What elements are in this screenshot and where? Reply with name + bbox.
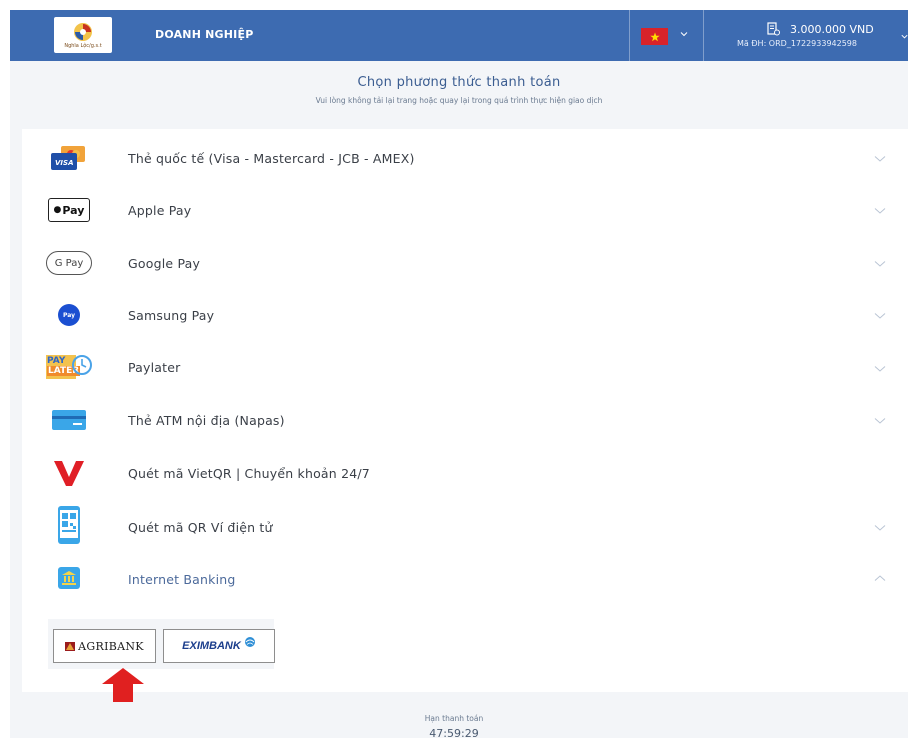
- chevron-down-icon[interactable]: [874, 312, 886, 320]
- samsung-pay-icon: Pay: [46, 297, 92, 333]
- page-subtitle: Vui lòng không tải lại trang hoặc quay l…: [315, 96, 603, 105]
- vietnam-flag-icon[interactable]: [641, 28, 668, 45]
- merchant-name: DOANH NGHIỆP: [155, 28, 254, 41]
- order-details-chevron-down-icon[interactable]: [900, 32, 908, 41]
- method-atm-napas[interactable]: Thẻ ATM nội địa (Napas): [22, 394, 908, 446]
- chevron-up-icon[interactable]: [874, 574, 886, 582]
- google-pay-icon-text: G Pay: [54, 257, 84, 269]
- bank-icon: [46, 560, 92, 596]
- method-internet-banking[interactable]: Internet Banking: [22, 554, 908, 606]
- method-apple-pay[interactable]: ● Pay Apple Pay: [22, 184, 908, 236]
- chevron-down-icon[interactable]: [874, 365, 886, 373]
- method-samsung-pay[interactable]: Pay Samsung Pay: [22, 289, 908, 341]
- method-international-card[interactable]: VISA Thẻ quốc tế (Visa - Mastercard - JC…: [22, 132, 908, 184]
- bank-option-eximbank[interactable]: EXIMBANK: [163, 629, 275, 663]
- company-logo[interactable]: Nghĩa Lộc/g.s.t: [54, 17, 112, 53]
- method-label: Paylater: [128, 360, 181, 375]
- header-divider: [629, 10, 630, 61]
- payment-deadline-label: Hạn thanh toán: [424, 714, 484, 723]
- bank-option-agribank[interactable]: AGRIBANK: [53, 629, 156, 663]
- header-bar: Nghĩa Lộc/g.s.t DOANH NGHIỆP 3.000.000 V…: [10, 10, 908, 61]
- samsung-pay-icon-text: Pay: [62, 311, 75, 319]
- method-label: Google Pay: [128, 256, 201, 271]
- chevron-down-icon[interactable]: [874, 524, 886, 532]
- eximbank-globe-icon: [244, 637, 255, 647]
- order-amount: 3.000.000 VND: [766, 22, 874, 36]
- chevron-down-icon[interactable]: [874, 417, 886, 425]
- chevron-down-icon[interactable]: [874, 260, 886, 268]
- method-vietqr[interactable]: Quét mã VietQR | Chuyển khoản 24/7: [22, 447, 908, 499]
- flag-star-icon: [649, 32, 660, 41]
- red-pointer-arrow-icon: [102, 668, 144, 702]
- logo-caption: Nghĩa Lộc/g.s.t: [64, 42, 102, 49]
- agribank-logo-icon: [65, 641, 76, 651]
- header-divider: [703, 10, 704, 61]
- chevron-down-icon[interactable]: [874, 155, 886, 163]
- invoice-icon: [767, 22, 780, 36]
- method-label: Quét mã QR Ví điện tử: [128, 520, 273, 535]
- bank-name: AGRIBANK: [78, 639, 144, 653]
- bank-name: EXIMBANK: [182, 640, 241, 652]
- paylater-icon: PAY LATER: [46, 350, 92, 386]
- amount-text: 3.000.000 VND: [790, 22, 874, 36]
- method-label: Internet Banking: [128, 572, 236, 587]
- apple-pay-icon-text: Pay: [62, 203, 85, 217]
- page-header: Chọn phương thức thanh toán Vui lòng khô…: [10, 61, 908, 129]
- method-label: Thẻ ATM nội địa (Napas): [128, 413, 285, 428]
- payment-methods-card: VISA Thẻ quốc tế (Visa - Mastercard - JC…: [22, 129, 908, 702]
- method-google-pay[interactable]: G Pay Google Pay: [22, 237, 908, 289]
- method-paylater[interactable]: PAY LATER Paylater: [22, 342, 908, 394]
- atm-card-icon: [46, 402, 92, 438]
- method-label: Samsung Pay: [128, 308, 215, 323]
- qr-wallet-icon: [46, 506, 92, 544]
- chevron-down-icon[interactable]: [874, 207, 886, 215]
- method-label: Apple Pay: [128, 203, 192, 218]
- method-qr-wallet[interactable]: Quét mã QR Ví điện tử: [22, 501, 908, 553]
- page-title: Chọn phương thức thanh toán: [357, 75, 561, 90]
- method-label: Thẻ quốc tế (Visa - Mastercard - JCB - A…: [128, 151, 415, 166]
- visa-card-icon: VISA: [46, 140, 92, 176]
- clock-icon: [72, 355, 92, 375]
- google-pay-icon: G Pay: [46, 245, 92, 281]
- payment-countdown: 47:59:29: [429, 727, 479, 740]
- order-id: Mã ĐH: ORD_1722933942598: [737, 39, 857, 48]
- method-label: Quét mã VietQR | Chuyển khoản 24/7: [128, 466, 370, 481]
- vietqr-icon: [46, 455, 92, 491]
- svg-text:VISA: VISA: [55, 159, 73, 167]
- company-logo-mark: [74, 22, 92, 41]
- language-chevron-down-icon[interactable]: [679, 29, 689, 39]
- apple-pay-icon: ● Pay: [46, 192, 92, 228]
